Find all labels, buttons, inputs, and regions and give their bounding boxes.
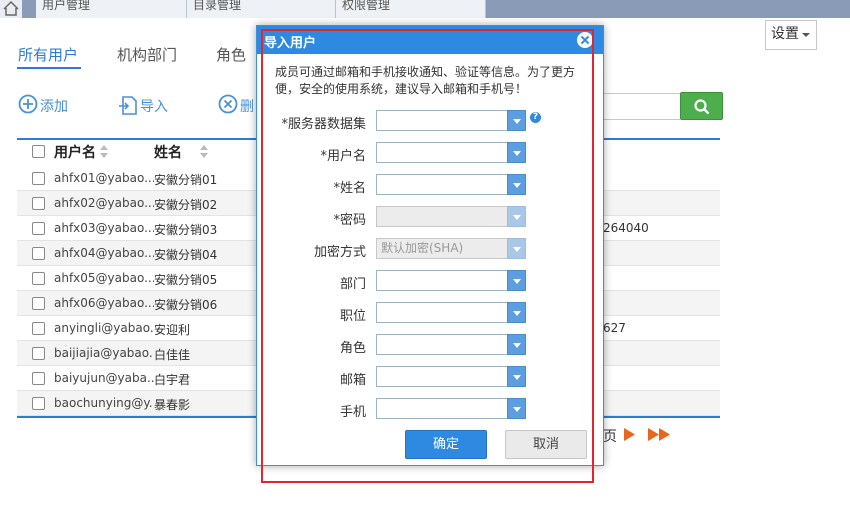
cell-name: 安徽分销05 (154, 273, 218, 287)
cell-name: 安徽分销02 (154, 198, 218, 212)
cell-extra: 627 (603, 321, 626, 335)
cell-username: ahfx06@yabao.... (54, 296, 154, 310)
row-checkbox[interactable] (32, 322, 45, 335)
tab-departments[interactable]: 机构部门 (117, 44, 177, 65)
delete-circle-icon (218, 94, 238, 114)
column-header-name[interactable]: 姓名 (154, 142, 182, 162)
cell-name: 暴春影 (154, 398, 191, 412)
search-button[interactable] (680, 92, 723, 120)
cell-username: ahfx01@yabao.... (54, 171, 154, 185)
settings-dropdown[interactable]: 设置 (765, 20, 817, 50)
sort-icon[interactable] (100, 145, 108, 159)
cell-name: 安徽分销06 (154, 298, 218, 312)
cell-username: baiyujun@yaba... (54, 371, 154, 385)
import-users-button[interactable]: 导入 (118, 94, 178, 118)
cell-username: baijiajia@yabao... (54, 346, 154, 360)
top-tab-user-management[interactable]: 用户管理 (36, 0, 187, 18)
search-input[interactable] (595, 93, 680, 120)
cell-name: 安徽分销03 (154, 223, 218, 237)
active-tab-indicator (17, 67, 81, 69)
row-checkbox[interactable] (32, 297, 45, 310)
row-checkbox[interactable] (32, 347, 45, 360)
cell-name: 安迎利 (154, 323, 191, 337)
chevron-down-icon (802, 33, 810, 37)
cell-name: 安徽分销01 (154, 173, 218, 187)
search-icon (694, 99, 710, 115)
cell-extra: 264040 (603, 221, 649, 235)
select-all-checkbox[interactable] (32, 145, 45, 158)
pager-label: 页 (603, 429, 617, 445)
import-icon (119, 96, 137, 115)
cell-username: anyingli@yabao... (54, 321, 154, 335)
sort-icon[interactable] (200, 145, 208, 159)
last-page-icon[interactable] (648, 428, 672, 441)
row-checkbox[interactable] (32, 397, 45, 410)
cell-username: ahfx05@yabao.... (54, 271, 154, 285)
row-checkbox[interactable] (32, 172, 45, 185)
next-page-icon[interactable] (623, 428, 637, 441)
delete-user-button[interactable]: 删 (218, 94, 258, 118)
row-checkbox[interactable] (32, 222, 45, 235)
row-checkbox[interactable] (32, 272, 45, 285)
add-user-button[interactable]: 添加 (18, 94, 78, 118)
cell-username: ahfx03@yabao.... (54, 221, 154, 235)
cell-username: ahfx02@yabao.... (54, 196, 154, 210)
cell-username: baochunying@y... (54, 396, 154, 410)
row-checkbox[interactable] (32, 372, 45, 385)
highlight-annotation-box (261, 29, 594, 483)
cell-name: 白佳佳 (154, 348, 191, 362)
top-tab-directory-management[interactable]: 目录管理 (187, 0, 336, 18)
column-header-username[interactable]: 用户名 (54, 142, 96, 162)
tab-all-users[interactable]: 所有用户 (18, 44, 78, 65)
tab-roles[interactable]: 角色 (216, 44, 246, 65)
home-button[interactable] (0, 0, 22, 18)
row-checkbox[interactable] (32, 197, 45, 210)
cell-username: ahfx04@yabao.... (54, 246, 154, 260)
cell-name: 安徽分销04 (154, 248, 218, 262)
home-icon (3, 0, 19, 16)
cell-name: 白宇君 (154, 373, 191, 387)
row-checkbox[interactable] (32, 247, 45, 260)
add-circle-icon (18, 94, 38, 114)
top-tab-permission-management[interactable]: 权限管理 (336, 0, 486, 18)
